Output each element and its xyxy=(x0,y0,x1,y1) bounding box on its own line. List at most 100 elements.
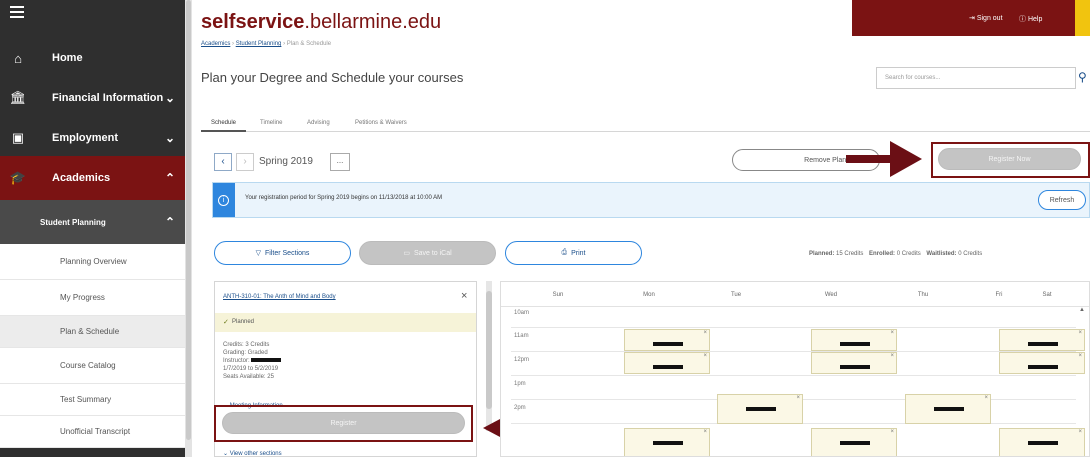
redacted-course-name xyxy=(934,407,964,411)
calendar-event[interactable]: × xyxy=(624,428,710,456)
sidebar-subitem-test-summary[interactable]: Test Summary xyxy=(0,384,185,416)
remove-event-icon[interactable]: × xyxy=(890,353,894,359)
remove-event-icon[interactable]: × xyxy=(703,330,707,336)
redacted-course-name xyxy=(653,342,683,346)
check-icon: ✓ xyxy=(223,319,229,326)
tab-timeline[interactable]: Timeline xyxy=(260,114,282,126)
term-more-button[interactable]: ... xyxy=(330,153,350,171)
credits-summary: Planned: 15 Credits Enrolled: 0 Credits … xyxy=(809,251,982,257)
sidebar-subitem-course-catalog[interactable]: Course Catalog xyxy=(0,348,185,384)
calendar-event[interactable]: × xyxy=(999,352,1085,374)
calendar-event[interactable]: × xyxy=(624,329,710,351)
print-icon: ⎙ xyxy=(561,249,568,256)
filter-sections-button[interactable]: ▽ Filter Sections xyxy=(214,241,351,265)
calendar-event[interactable]: × xyxy=(811,352,897,374)
logo-domain: .bellarmine.edu xyxy=(304,11,442,33)
logo[interactable]: selfservice.bellarmine.edu xyxy=(201,11,441,34)
register-now-button[interactable]: Register Now xyxy=(938,148,1081,170)
course-details: Credits: 3 Credits Grading: Graded Instr… xyxy=(223,341,282,381)
view-other-label: View other sections xyxy=(229,451,282,457)
sidebar: ⌂ Home 🏛 Financial Information ⌄ ▣ Emplo… xyxy=(0,0,185,457)
remove-event-icon[interactable]: × xyxy=(796,395,800,401)
calendar-scroll-up-icon[interactable]: ▲ xyxy=(1079,307,1085,313)
sidebar-subitem-plan-schedule[interactable]: Plan & Schedule xyxy=(0,316,185,348)
calendar-event[interactable]: × xyxy=(999,329,1085,351)
course-title-link[interactable]: ANTH-310-01: The Anth of Mind and Body xyxy=(223,294,336,300)
breadcrumb-current: Plan & Schedule xyxy=(286,41,332,47)
tab-bar xyxy=(201,112,1090,132)
sidebar-item-academics[interactable]: 🎓 Academics ⌃ xyxy=(0,156,185,200)
sign-out-link[interactable]: ⇥ Sign out xyxy=(969,14,1003,22)
calendar-event[interactable]: × xyxy=(717,394,803,424)
print-button[interactable]: ⎙ Print xyxy=(505,241,642,265)
remove-event-icon[interactable]: × xyxy=(703,353,707,359)
remove-event-icon[interactable]: × xyxy=(1078,353,1082,359)
sidebar-item-financial-information[interactable]: 🏛 Financial Information ⌄ xyxy=(0,87,185,109)
time-10am: 10am xyxy=(514,310,530,316)
sidebar-item-label: Home xyxy=(52,52,83,64)
sidebar-item-label: Financial Information xyxy=(52,92,164,104)
breadcrumb-academics[interactable]: Academics xyxy=(201,41,230,47)
waitlisted-label: Waitlisted: xyxy=(926,251,957,257)
sidebar-item-student-planning[interactable]: Student Planning ⌃ xyxy=(0,200,185,244)
sidebar-subitem-unofficial-transcript[interactable]: Unofficial Transcript xyxy=(0,416,185,448)
instructor-label: Instructor: xyxy=(223,358,250,364)
id-card-icon: ▣ xyxy=(11,130,25,145)
sidebar-item-home[interactable]: ⌂ Home xyxy=(0,47,185,69)
search-icon[interactable]: ⚲ xyxy=(1078,70,1087,84)
sidebar-item-label: Employment xyxy=(52,132,119,144)
refresh-label: Refresh xyxy=(1049,196,1075,204)
redacted-course-name xyxy=(840,441,870,445)
save-to-ical-button[interactable]: ▭ Save to iCal xyxy=(359,241,496,265)
refresh-button[interactable]: Refresh xyxy=(1038,190,1086,210)
next-term-button[interactable]: › xyxy=(236,153,254,171)
remove-event-icon[interactable]: × xyxy=(984,395,988,401)
print-label: Print xyxy=(571,249,586,257)
registration-notice: i Your registration period for Spring 20… xyxy=(212,182,1090,218)
calendar-event[interactable]: × xyxy=(624,352,710,374)
course-dates: 1/7/2019 to 5/2/2019 xyxy=(223,366,279,372)
breadcrumb-student-planning[interactable]: Student Planning xyxy=(236,41,282,47)
prev-term-button[interactable]: ‹ xyxy=(214,153,232,171)
bank-icon: 🏛 xyxy=(9,90,27,105)
search-box[interactable]: Search for courses... xyxy=(876,67,1076,89)
chevron-down-icon: ⌄ xyxy=(164,131,175,145)
planned-label: Planned: xyxy=(809,251,835,257)
day-thu: Thu xyxy=(917,292,929,298)
calendar-event[interactable]: × xyxy=(999,428,1085,456)
sign-out-label: Sign out xyxy=(976,15,1003,22)
menu-icon[interactable] xyxy=(10,6,24,18)
tab-label: Advising xyxy=(307,120,330,126)
tab-advising[interactable]: Advising xyxy=(307,114,330,126)
help-link[interactable]: ⓘ Help xyxy=(1019,14,1042,24)
redacted-course-name xyxy=(1028,342,1058,346)
remove-event-icon[interactable]: × xyxy=(1078,429,1082,435)
remove-event-icon[interactable]: × xyxy=(890,330,894,336)
sidebar-subitem-label: Plan & Schedule xyxy=(60,327,120,336)
calendar-event[interactable]: × xyxy=(811,428,897,456)
sign-out-icon: ⇥ xyxy=(969,15,975,22)
close-icon[interactable]: × xyxy=(461,290,467,302)
tab-petitions-waivers[interactable]: Petitions & Waivers xyxy=(355,114,407,126)
term-label: Spring 2019 xyxy=(259,156,313,167)
sidebar-item-employment[interactable]: ▣ Employment ⌄ xyxy=(0,127,185,149)
course-list-scroll-thumb[interactable] xyxy=(486,291,492,409)
hour-line xyxy=(511,351,1076,352)
course-instructor: Instructor: xyxy=(223,357,282,365)
sidebar-scrollbar-thumb[interactable] xyxy=(186,0,191,440)
time-12pm: 12pm xyxy=(514,357,530,363)
remove-event-icon[interactable]: × xyxy=(890,429,894,435)
sidebar-subitem-planning-overview[interactable]: Planning Overview xyxy=(0,244,185,280)
page-title: Plan your Degree and Schedule your cours… xyxy=(201,70,464,85)
remove-event-icon[interactable]: × xyxy=(1078,330,1082,336)
calendar-event[interactable]: × xyxy=(905,394,991,424)
view-other-sections-link[interactable]: ⌄ View other sections xyxy=(223,450,282,457)
notice-text: Your registration period for Spring 2019… xyxy=(245,195,443,201)
calendar-event[interactable]: × xyxy=(811,329,897,351)
help-label: Help xyxy=(1027,16,1043,23)
register-button[interactable]: Register xyxy=(222,412,465,434)
remove-event-icon[interactable]: × xyxy=(703,429,707,435)
time-11am: 11am xyxy=(514,333,529,339)
sidebar-subitem-my-progress[interactable]: My Progress xyxy=(0,280,185,316)
tab-schedule[interactable]: Schedule xyxy=(201,114,246,132)
